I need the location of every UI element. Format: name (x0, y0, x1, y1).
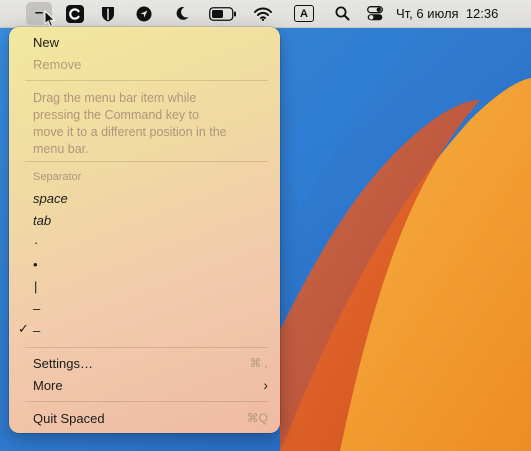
menu-item-more[interactable]: More › (33, 374, 268, 396)
c-app-status-item[interactable] (63, 0, 87, 27)
menu-item-remove-label: Remove (33, 56, 82, 72)
wifi-status-item[interactable] (253, 0, 273, 27)
spaced-dropdown-menu: New Remove Drag the menu bar item while … (9, 27, 280, 433)
menu-divider (25, 161, 268, 162)
battery-icon (209, 6, 236, 21)
menu-item-remove: Remove (33, 53, 268, 75)
separator-option-label: • (33, 256, 38, 272)
menu-item-more-label: More (33, 377, 63, 393)
separator-option-bullet[interactable]: • (33, 253, 268, 275)
shield-status-item[interactable] (98, 0, 118, 27)
chevron-right-icon: › (263, 377, 268, 393)
settings-shortcut: ⌘ , (249, 356, 268, 370)
separator-option-label: tab (33, 212, 52, 228)
compass-arrow-icon (136, 6, 152, 21)
mouse-pointer-icon (44, 10, 56, 28)
separator-option-space[interactable]: space (33, 187, 268, 209)
search-icon (335, 6, 349, 21)
clock-status-item[interactable]: Чт, 6 июля 12:36 (396, 0, 526, 27)
separator-option-label: | (34, 278, 38, 294)
separator-option-label: space (33, 190, 68, 206)
menu-bar: – A Чт, 6 июля 12:36 (0, 0, 531, 28)
input-source-status-item[interactable]: A (292, 0, 316, 27)
menu-divider (25, 80, 268, 81)
separator-option-middle-dot[interactable]: · (33, 231, 268, 253)
menu-divider (25, 347, 268, 348)
menubar-clock: Чт, 6 июля 12:36 (396, 6, 499, 21)
menu-help-note: Drag the menu bar item while pressing th… (33, 91, 227, 156)
focus-status-item[interactable] (172, 0, 192, 27)
checkmark-icon: ✓ (18, 321, 29, 336)
wifi-icon (254, 7, 272, 21)
c-app-icon (66, 4, 84, 23)
menu-item-new-label: New (33, 34, 60, 50)
separator-option-tab[interactable]: tab (33, 209, 268, 231)
moon-icon (176, 6, 189, 20)
menu-item-new[interactable]: New (33, 31, 268, 53)
input-source-label: A (300, 7, 308, 20)
control-center-icon (367, 6, 383, 21)
input-source-a-icon: A (294, 5, 314, 22)
separator-option-bar[interactable]: | (33, 275, 268, 297)
location-status-item[interactable] (134, 0, 154, 27)
separator-section-header: Separator (33, 171, 82, 183)
menu-item-quit[interactable]: Quit Spaced ⌘Q (33, 407, 268, 429)
menu-item-quit-label: Quit Spaced (33, 410, 105, 426)
menu-divider (25, 401, 268, 402)
separator-option-label: – (33, 300, 41, 316)
spaced-dash-icon: – (34, 4, 44, 21)
separator-option-dash[interactable]: – (33, 297, 268, 319)
menu-item-settings-label: Settings… (33, 355, 93, 371)
separator-option-label: · (34, 234, 39, 250)
control-center-status-item[interactable] (365, 0, 385, 27)
separator-option-dash-checked[interactable]: – (33, 319, 268, 341)
battery-status-item[interactable] (208, 0, 238, 27)
shield-icon (102, 6, 114, 21)
spotlight-status-item[interactable] (333, 0, 351, 27)
quit-shortcut: ⌘Q (246, 411, 268, 425)
separator-option-label: – (33, 322, 41, 338)
menu-item-settings[interactable]: Settings… ⌘ , (33, 352, 268, 374)
